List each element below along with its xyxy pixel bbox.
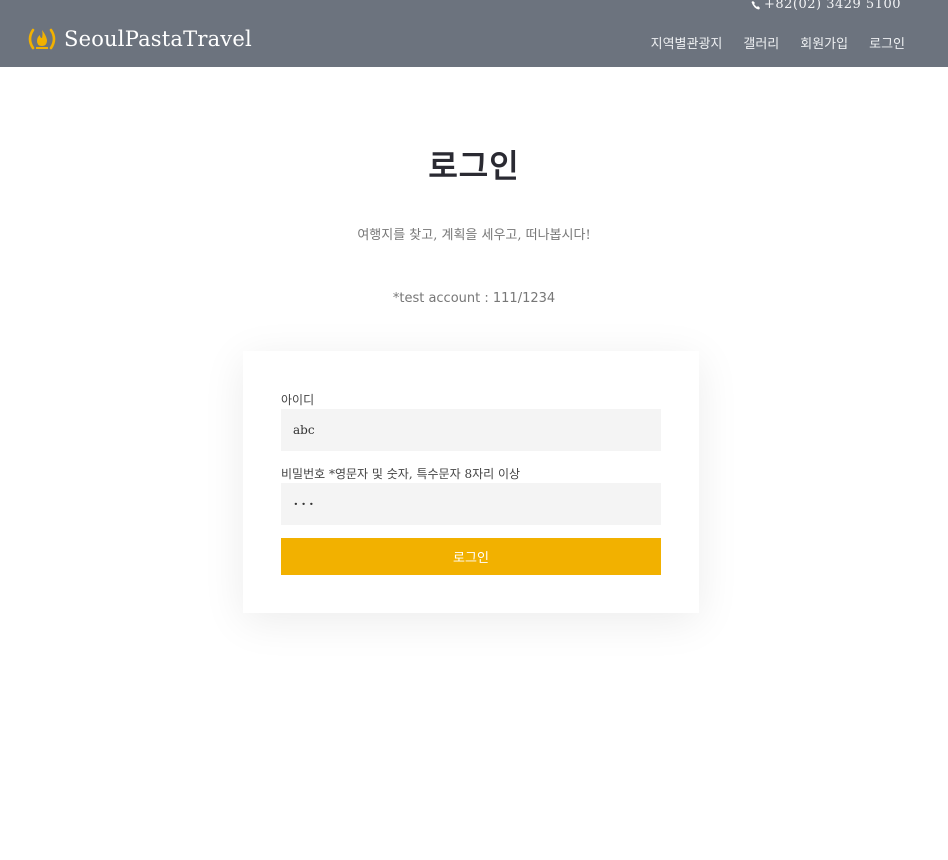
password-input[interactable] (281, 483, 661, 525)
login-card: 아이디 비밀번호 *영문자 및 숫자, 특수문자 8자리 이상 로그인 (243, 351, 699, 613)
page-title: 로그인 (428, 147, 520, 185)
nav-item-signup[interactable]: 회원가입 (800, 33, 848, 52)
brand-name: SeoulPastaTravel (64, 27, 252, 51)
password-label: 비밀번호 *영문자 및 숫자, 특수문자 8자리 이상 (281, 467, 521, 481)
nav-item-regional-attractions[interactable]: 지역별관광지 (651, 33, 723, 52)
flame-logo-icon (28, 28, 56, 50)
brand-logo-link[interactable]: SeoulPastaTravel (26, 26, 252, 52)
phone-icon (751, 0, 760, 9)
main-nav: 지역별관광지 갤러리 회원가입 로그인 (651, 33, 905, 52)
phone-number: +82(02) 3429 5100 (763, 0, 901, 12)
test-account-note: *test account : 111/1234 (392, 291, 556, 306)
site-header: +82(02) 3429 5100 SeoulPastaTravel 지역별관광… (0, 0, 948, 67)
id-label: 아이디 (281, 393, 315, 407)
nav-item-gallery[interactable]: 갤러리 (743, 33, 779, 52)
login-button[interactable]: 로그인 (281, 538, 661, 575)
nav-item-login[interactable]: 로그인 (869, 33, 905, 52)
page-subtitle: 여행지를 찾고, 계획을 세우고, 떠나봅시다! (357, 228, 591, 243)
phone-contact[interactable]: +82(02) 3429 5100 (751, 0, 901, 12)
id-input[interactable] (281, 409, 661, 451)
